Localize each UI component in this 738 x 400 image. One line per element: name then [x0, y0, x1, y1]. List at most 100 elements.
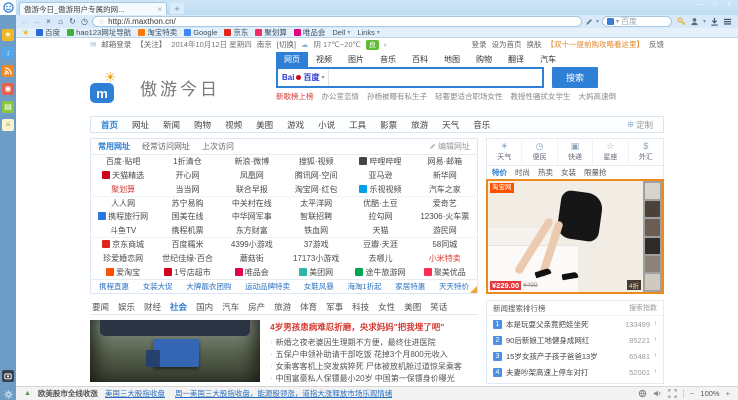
site-link-cell[interactable]: 开心网	[155, 169, 219, 183]
quick-tool-便民[interactable]: ◷便民	[522, 139, 557, 165]
headline-item[interactable]: ·五保户申领补助请干部吃饭 花掉3个月800元收入	[270, 349, 478, 361]
site-link-cell[interactable]: 汽车之家	[413, 183, 477, 197]
history-icon[interactable]: ◷	[80, 17, 89, 26]
site-link[interactable]: 世纪佳缘·百合	[162, 254, 213, 263]
search-tab-网页[interactable]: 网页	[276, 52, 308, 67]
site-link[interactable]: 京东商城	[112, 240, 144, 249]
site-link[interactable]: 斗鱼TV	[110, 226, 136, 235]
site-link[interactable]: 58同城	[432, 240, 457, 249]
site-link[interactable]: 淘宝网·红包	[295, 185, 338, 194]
site-link-cell[interactable]: 京东商城	[91, 238, 155, 252]
portal-tab-音乐[interactable]: 音乐	[473, 119, 490, 131]
site-link[interactable]: 天猫精选	[112, 171, 144, 180]
site-link-cell[interactable]: 豆瓣·天涯	[348, 238, 412, 252]
site-link-cell[interactable]: 中关村在线	[220, 196, 284, 210]
site-link-cell[interactable]: 网易·邮箱	[413, 155, 477, 169]
bookmark-item[interactable]: 唯品会	[294, 28, 326, 38]
ranking-item[interactable]: 315岁女孩产子孩子爸爸13岁65481↑	[487, 348, 663, 364]
quick-tool-快递[interactable]: ▣快递	[558, 139, 593, 165]
site-link-cell[interactable]: 携程机票	[155, 224, 219, 238]
download-manager-icon[interactable]	[710, 17, 719, 26]
set-home-link[interactable]: 设为首页	[492, 39, 522, 50]
site-link-cell[interactable]: 天猫精选	[91, 169, 155, 183]
mail-login-link[interactable]: 邮箱登录	[101, 39, 131, 50]
customize-link[interactable]: ⊕ 定制	[627, 119, 653, 131]
quick-tool-天气[interactable]: ☀天气	[487, 139, 522, 165]
hotword-link[interactable]: 孙杨被曝有私生子	[367, 91, 427, 102]
site-link-cell[interactable]: 新浪·微博	[220, 155, 284, 169]
site-link-cell[interactable]: 智联招聘	[284, 210, 348, 224]
sites-tab[interactable]: 经常访问网址	[142, 141, 190, 152]
site-link-cell[interactable]: 世纪佳缘·百合	[155, 251, 219, 265]
site-link-cell[interactable]: 乐视视频	[348, 183, 412, 197]
promo-link[interactable]: 大牌靓衣团购	[186, 281, 231, 292]
site-link[interactable]: 爱奇艺	[433, 199, 457, 208]
site-link[interactable]: 途牛旅游网	[365, 268, 405, 277]
site-link-cell[interactable]: 4399小游戏	[220, 238, 284, 252]
minimize-button[interactable]: —	[696, 1, 706, 8]
shopping-tab-特价[interactable]: 特价	[492, 167, 507, 178]
weather-more-icon[interactable]: ›	[384, 40, 387, 49]
search-tab-汽车[interactable]: 汽车	[532, 52, 564, 67]
home-icon[interactable]: ⌂	[56, 17, 65, 26]
portal-tab-购物[interactable]: 购物	[194, 119, 211, 131]
sites-tab[interactable]: 常用网址	[98, 141, 130, 152]
news-tab-社会[interactable]: 社会	[170, 301, 187, 313]
portal-tab-游戏[interactable]: 游戏	[287, 119, 304, 131]
hotword-link[interactable]: 新歌榜上榜	[276, 91, 314, 102]
shopping-ad[interactable]: 淘宝网 ¥229.00 ¥499 4折	[486, 179, 664, 294]
portal-tab-工具[interactable]: 工具	[349, 119, 366, 131]
portal-tab-新闻[interactable]: 新闻	[163, 119, 180, 131]
city-link[interactable]: 南京	[257, 39, 272, 50]
engine-dropdown-icon[interactable]: ▾	[616, 18, 619, 25]
search-tab-百科[interactable]: 百科	[404, 52, 436, 67]
site-link[interactable]: 凤凰网	[240, 171, 264, 180]
headline-main[interactable]: 4岁男孩患病难忍折磨，央求妈妈"把我埋了吧"	[270, 321, 478, 333]
site-link[interactable]: 4399小游戏	[231, 240, 273, 249]
close-window-button[interactable]: ×	[724, 1, 734, 8]
promo-link[interactable]: 携程直惠	[99, 281, 129, 292]
site-link[interactable]: 中关村在线	[232, 199, 272, 208]
site-link-cell[interactable]: 太平洋网	[284, 196, 348, 210]
search-tab-地图[interactable]: 地图	[436, 52, 468, 67]
site-link[interactable]: 唯品会	[245, 268, 269, 277]
ticker-news-link[interactable]: 美国三大股指收盘	[105, 388, 165, 399]
site-link[interactable]: 游民网	[433, 226, 457, 235]
news-tab-科技[interactable]: 科技	[352, 301, 369, 313]
news-tab-旅游[interactable]: 旅游	[274, 301, 291, 313]
portal-tab-天气[interactable]: 天气	[442, 119, 459, 131]
promo-link[interactable]: 天天特价	[439, 281, 469, 292]
news-tab-美图[interactable]: 美图	[404, 301, 421, 313]
favorites-star-icon[interactable]: ★	[2, 29, 14, 41]
site-link-cell[interactable]: 凤凰网	[220, 169, 284, 183]
quick-tool-星座[interactable]: ☆星座	[593, 139, 628, 165]
feedback-link[interactable]: 反馈	[649, 39, 664, 50]
portal-tab-旅游[interactable]: 旅游	[411, 119, 428, 131]
site-link-cell[interactable]: 拉勾网	[348, 210, 412, 224]
news-tab-娱乐[interactable]: 娱乐	[118, 301, 135, 313]
search-tab-音乐[interactable]: 音乐	[372, 52, 404, 67]
rss-icon[interactable]	[2, 65, 14, 77]
search-tab-图片[interactable]: 图片	[340, 52, 372, 67]
site-link[interactable]: 智联招聘	[300, 212, 332, 221]
site-link-cell[interactable]: 唯品会	[220, 265, 284, 279]
shopping-tab-限量抢[interactable]: 限量抢	[584, 167, 607, 178]
site-link[interactable]: 蘑菇街	[240, 254, 264, 263]
site-link-cell[interactable]: 人人网	[91, 196, 155, 210]
site-link-cell[interactable]: 东方财富	[220, 224, 284, 238]
site-link-cell[interactable]: 当当网	[155, 183, 219, 197]
login-link[interactable]: 登录	[472, 39, 487, 50]
maximize-button[interactable]: □	[710, 1, 720, 8]
bookmark-item[interactable]: 京东	[224, 28, 248, 38]
speaker-icon[interactable]	[653, 389, 662, 398]
site-link[interactable]: 12306·火车票	[420, 212, 469, 221]
maxthon-logo-icon[interactable]	[0, 0, 16, 15]
refresh-icon[interactable]: ↻	[68, 17, 77, 26]
hotword-link[interactable]: 轻奢更适合职场女性	[435, 91, 503, 102]
hotword-link[interactable]: 大妈高速倒车被罚	[579, 91, 617, 102]
site-link-cell[interactable]: 携程旅行网	[91, 210, 155, 224]
zoom-out-button[interactable]: −	[690, 389, 694, 398]
site-link-cell[interactable]: 联合早报	[220, 183, 284, 197]
ad-photo[interactable]: 淘宝网 ¥229.00 ¥499 4折	[488, 181, 643, 292]
site-link-cell[interactable]: 37游戏	[284, 238, 348, 252]
